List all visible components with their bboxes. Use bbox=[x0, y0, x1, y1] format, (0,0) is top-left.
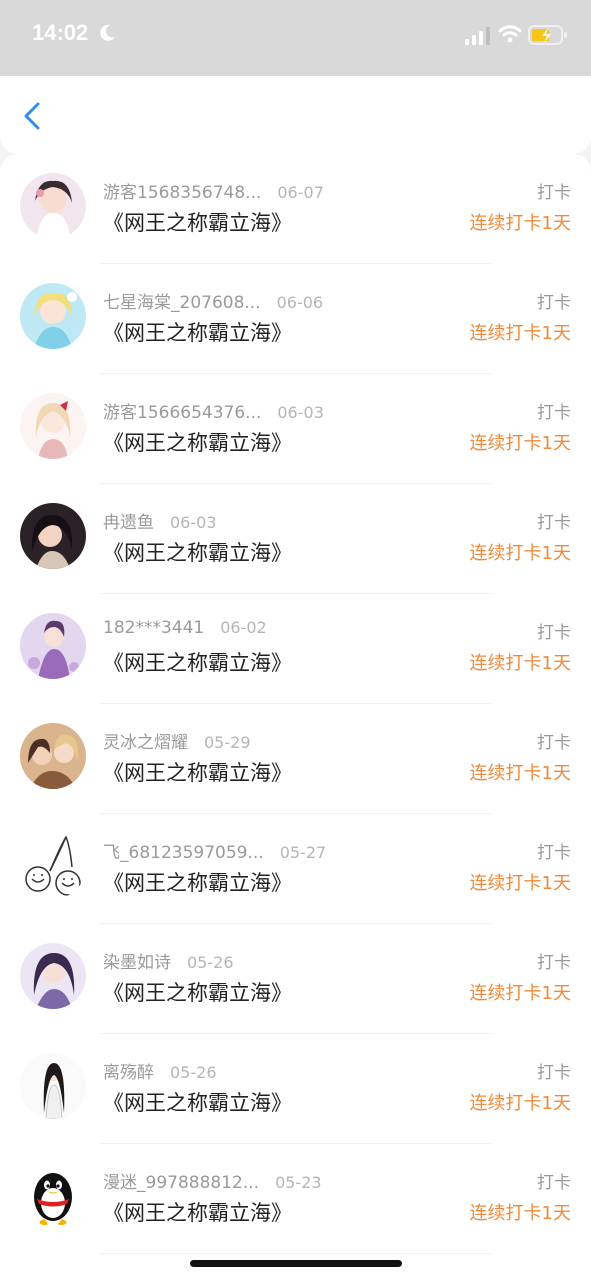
nav-bar bbox=[0, 76, 591, 154]
book-title: 《网王之称霸立海》 bbox=[103, 761, 292, 785]
user-name: 182***3441 bbox=[103, 618, 205, 638]
moon-icon bbox=[100, 24, 115, 41]
streak-label: 连续打卡1天 bbox=[469, 983, 571, 1004]
checkin-date: 05-26 bbox=[187, 953, 234, 972]
streak-label: 连续打卡1天 bbox=[469, 433, 571, 454]
checkin-date: 05-27 bbox=[279, 843, 327, 862]
list-item[interactable]: 冉遗鱼 06-03 《网王之称霸立海》 打卡 连续打卡1天 bbox=[0, 484, 591, 594]
streak-label: 连续打卡1天 bbox=[469, 543, 571, 564]
divider bbox=[100, 1253, 491, 1254]
avatar[interactable] bbox=[20, 393, 86, 459]
book-title: 《网王之称霸立海》 bbox=[103, 211, 292, 235]
streak-label: 连续打卡1天 bbox=[469, 763, 571, 784]
checkin-label: 打卡 bbox=[537, 293, 571, 313]
signal-icon bbox=[465, 27, 490, 45]
list-item[interactable]: 游客1568356748... 06-07 《网王之称霸立海》 打卡 连续打卡1天 bbox=[0, 154, 591, 264]
user-name: 灵冰之熠耀 bbox=[103, 733, 188, 753]
streak-label: 连续打卡1天 bbox=[469, 213, 571, 234]
user-line: 染墨如诗 05-26 bbox=[103, 948, 234, 973]
book-title: 《网王之称霸立海》 bbox=[103, 651, 292, 675]
user-line: 七星海棠_207608... 06-06 bbox=[103, 288, 323, 313]
list-item[interactable]: 离殇醉 05-26 《网王之称霸立海》 打卡 连续打卡1天 bbox=[0, 1034, 591, 1144]
streak-label: 连续打卡1天 bbox=[469, 323, 571, 344]
home-indicator[interactable] bbox=[190, 1260, 402, 1267]
book-title: 《网王之称霸立海》 bbox=[103, 1091, 292, 1115]
checkin-label: 打卡 bbox=[537, 513, 571, 533]
user-line: 灵冰之熠耀 05-29 bbox=[103, 728, 251, 753]
checkin-date: 06-03 bbox=[170, 513, 217, 532]
streak-label: 连续打卡1天 bbox=[469, 1093, 571, 1114]
checkin-label: 打卡 bbox=[537, 953, 571, 973]
checkin-date: 05-29 bbox=[204, 733, 251, 752]
avatar[interactable] bbox=[20, 283, 86, 349]
user-name: 染墨如诗 bbox=[103, 953, 171, 973]
user-line: 离殇醉 05-26 bbox=[103, 1058, 217, 1083]
user-name: 七星海棠_207608... bbox=[103, 293, 261, 313]
streak-label: 连续打卡1天 bbox=[469, 653, 571, 674]
battery-icon bbox=[528, 25, 567, 45]
streak-label: 连续打卡1天 bbox=[469, 1203, 571, 1224]
list-item[interactable]: 182***3441 06-02 《网王之称霸立海》 打卡 连续打卡1天 bbox=[0, 594, 591, 704]
avatar[interactable] bbox=[20, 613, 86, 679]
user-name: 游客1566654376... bbox=[103, 403, 262, 423]
checkin-date: 06-06 bbox=[276, 293, 324, 312]
avatar[interactable] bbox=[20, 833, 86, 899]
user-line: 漫迷_997888812... 05-23 bbox=[103, 1168, 322, 1193]
user-name: 游客1568356748... bbox=[103, 183, 262, 203]
avatar[interactable] bbox=[20, 503, 86, 569]
checkin-label: 打卡 bbox=[537, 1173, 571, 1193]
book-title: 《网王之称霸立海》 bbox=[103, 871, 292, 895]
avatar[interactable] bbox=[20, 943, 86, 1009]
user-line: 冉遗鱼 06-03 bbox=[103, 508, 217, 533]
streak-label: 连续打卡1天 bbox=[469, 873, 571, 894]
book-title: 《网王之称霸立海》 bbox=[103, 431, 292, 455]
avatar[interactable] bbox=[20, 173, 86, 239]
list-item[interactable]: 染墨如诗 05-26 《网王之称霸立海》 打卡 连续打卡1天 bbox=[0, 924, 591, 1034]
list-item[interactable]: 游客1566654376... 06-03 《网王之称霸立海》 打卡 连续打卡1天 bbox=[0, 374, 591, 484]
user-name: 飞_68123597059... bbox=[103, 843, 264, 863]
user-line: 游客1568356748... 06-07 bbox=[103, 178, 324, 203]
checkin-label: 打卡 bbox=[537, 183, 571, 203]
user-line: 182***3441 06-02 bbox=[103, 618, 267, 638]
user-line: 游客1566654376... 06-03 bbox=[103, 398, 324, 423]
avatar[interactable] bbox=[20, 723, 86, 789]
back-button[interactable] bbox=[18, 98, 48, 134]
user-name: 冉遗鱼 bbox=[103, 513, 154, 533]
status-time: 14:02 bbox=[32, 20, 89, 45]
checkin-date: 06-03 bbox=[277, 403, 324, 422]
wifi-icon bbox=[498, 25, 522, 43]
checkin-label: 打卡 bbox=[537, 1063, 571, 1083]
checkin-date: 06-02 bbox=[220, 618, 267, 637]
checkin-date: 05-23 bbox=[275, 1173, 322, 1192]
checkin-list: 游客1568356748... 06-07 《网王之称霸立海》 打卡 连续打卡1天… bbox=[0, 154, 591, 1280]
checkin-label: 打卡 bbox=[537, 403, 571, 423]
list-item[interactable]: 漫迷_997888812... 05-23 《网王之称霸立海》 打卡 连续打卡1天 bbox=[0, 1144, 591, 1254]
user-line: 飞_68123597059... 05-27 bbox=[103, 838, 326, 863]
book-title: 《网王之称霸立海》 bbox=[103, 981, 292, 1005]
checkin-date: 05-26 bbox=[170, 1063, 217, 1082]
list-item[interactable]: 七星海棠_207608... 06-06 《网王之称霸立海》 打卡 连续打卡1天 bbox=[0, 264, 591, 374]
checkin-date: 06-07 bbox=[277, 183, 324, 202]
book-title: 《网王之称霸立海》 bbox=[103, 541, 292, 565]
book-title: 《网王之称霸立海》 bbox=[103, 321, 292, 345]
list-item[interactable]: 灵冰之熠耀 05-29 《网王之称霸立海》 打卡 连续打卡1天 bbox=[0, 704, 591, 814]
user-name: 离殇醉 bbox=[103, 1063, 154, 1083]
checkin-label: 打卡 bbox=[537, 843, 571, 863]
status-bar: 14:02 bbox=[0, 0, 591, 76]
book-title: 《网王之称霸立海》 bbox=[103, 1201, 292, 1225]
avatar[interactable] bbox=[20, 1163, 86, 1229]
checkin-label: 打卡 bbox=[537, 623, 571, 643]
list-item[interactable]: 飞_68123597059... 05-27 《网王之称霸立海》 打卡 连续打卡1… bbox=[0, 814, 591, 924]
user-name: 漫迷_997888812... bbox=[103, 1173, 260, 1193]
checkin-label: 打卡 bbox=[537, 733, 571, 753]
avatar[interactable] bbox=[20, 1053, 86, 1119]
